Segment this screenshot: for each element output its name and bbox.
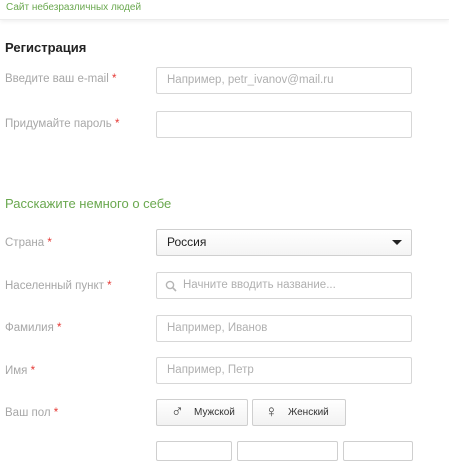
country-label: Страна * xyxy=(5,237,52,249)
country-required-mark: * xyxy=(47,237,52,249)
birth-year-select[interactable] xyxy=(343,441,413,461)
country-label-text: Страна xyxy=(5,237,45,249)
birth-day-select[interactable] xyxy=(156,441,232,461)
about-title: Расскажите немного о себе xyxy=(5,196,172,211)
top-bar: Сайт небезразличных людей xyxy=(0,0,449,20)
search-icon xyxy=(165,280,177,292)
last-name-label: Фамилия * xyxy=(5,322,62,334)
city-required-mark: * xyxy=(107,280,112,292)
male-icon: ♂ xyxy=(171,402,184,421)
gender-required-mark: * xyxy=(53,407,59,419)
birth-month-select[interactable] xyxy=(237,441,338,461)
last-name-label-text: Фамилия xyxy=(5,322,54,334)
email-placeholder: Например, petr_ivanov@mail.ru xyxy=(167,74,334,86)
first-name-label: Имя * xyxy=(5,365,35,377)
gender-male-button[interactable]: ♂ Мужской xyxy=(156,399,248,426)
password-field[interactable] xyxy=(156,111,412,138)
email-label: Введите ваш e-mail * xyxy=(5,73,116,85)
first-name-required-mark: * xyxy=(30,365,36,377)
gender-female-label: Женский xyxy=(288,407,329,418)
password-required-mark: * xyxy=(114,118,120,130)
first-name-field[interactable]: Например, Петр xyxy=(156,357,412,384)
gender-label-text: Ваш пол xyxy=(5,407,51,419)
city-label-text: Населенный пункт xyxy=(5,280,104,292)
chevron-down-icon xyxy=(392,240,402,245)
last-name-field[interactable]: Например, Иванов xyxy=(156,315,412,342)
city-placeholder: Начните вводить название... xyxy=(183,279,336,291)
country-select[interactable]: Россия xyxy=(156,229,412,256)
email-label-text: Введите ваш e-mail xyxy=(5,73,109,85)
city-field[interactable]: Начните вводить название... xyxy=(156,272,412,299)
password-label-text: Придумайте пароль xyxy=(5,118,112,130)
site-link[interactable]: Сайт небезразличных людей xyxy=(6,2,141,13)
registration-title: Регистрация xyxy=(5,40,87,55)
last-name-placeholder: Например, Иванов xyxy=(167,322,268,334)
gender-female-button[interactable]: ♀ Женский xyxy=(252,399,346,426)
gender-label: Ваш пол * xyxy=(5,407,58,419)
email-required-mark: * xyxy=(111,73,117,85)
first-name-placeholder: Например, Петр xyxy=(167,364,254,376)
female-icon: ♀ xyxy=(265,402,278,421)
password-label: Придумайте пароль * xyxy=(5,118,119,130)
email-field[interactable]: Например, petr_ivanov@mail.ru xyxy=(156,67,412,94)
last-name-required-mark: * xyxy=(57,322,62,334)
country-value: Россия xyxy=(167,235,207,249)
first-name-label-text: Имя xyxy=(5,365,28,377)
gender-male-label: Мужской xyxy=(194,407,235,418)
city-label: Населенный пункт * xyxy=(5,280,112,292)
